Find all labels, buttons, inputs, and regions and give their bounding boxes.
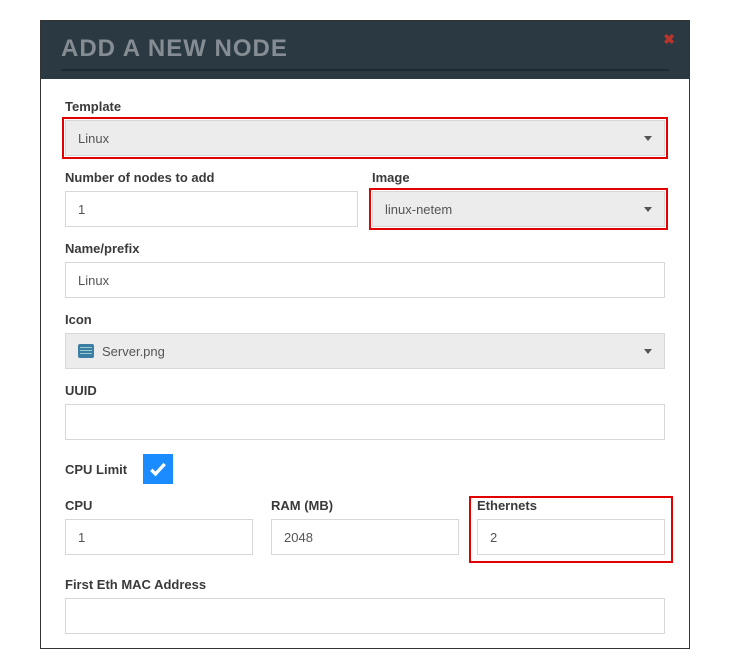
ram-group: RAM (MB) xyxy=(271,498,459,563)
uuid-input[interactable] xyxy=(78,405,652,439)
modal-header: ADD A NEW NODE ✖ xyxy=(41,21,689,79)
name-prefix-group: Name/prefix xyxy=(65,241,665,298)
icon-label: Icon xyxy=(65,312,665,327)
chevron-down-icon xyxy=(644,349,652,354)
cpu-limit-label: CPU Limit xyxy=(65,462,127,477)
template-group: Template Linux xyxy=(65,99,665,156)
uuid-group: UUID xyxy=(65,383,665,440)
modal-body: Template Linux Number of nodes to add Im… xyxy=(41,79,689,649)
image-select[interactable]: linux-netem xyxy=(372,191,665,227)
name-prefix-input[interactable] xyxy=(78,263,652,297)
add-node-modal: ADD A NEW NODE ✖ Template Linux Number o… xyxy=(40,20,690,649)
ram-input[interactable] xyxy=(284,520,446,554)
icon-group: Icon Server.png xyxy=(65,312,665,369)
server-icon xyxy=(78,344,94,358)
ethernets-label: Ethernets xyxy=(477,498,665,513)
cpu-input-wrap xyxy=(65,519,253,555)
template-value: Linux xyxy=(78,131,109,146)
image-group: Image linux-netem xyxy=(372,170,665,227)
first-eth-mac-group: First Eth MAC Address xyxy=(65,577,665,634)
num-nodes-group: Number of nodes to add xyxy=(65,170,358,227)
check-icon xyxy=(148,459,168,479)
chevron-down-icon xyxy=(644,207,652,212)
first-eth-mac-input[interactable] xyxy=(78,599,652,633)
name-prefix-label: Name/prefix xyxy=(65,241,665,256)
icon-value: Server.png xyxy=(102,344,165,359)
cpu-input[interactable] xyxy=(78,520,240,554)
close-icon[interactable]: ✖ xyxy=(663,31,675,48)
first-eth-mac-label: First Eth MAC Address xyxy=(65,577,665,592)
image-label: Image xyxy=(372,170,665,185)
modal-title: ADD A NEW NODE xyxy=(61,35,669,71)
icon-select[interactable]: Server.png xyxy=(65,333,665,369)
num-nodes-label: Number of nodes to add xyxy=(65,170,358,185)
ram-input-wrap xyxy=(271,519,459,555)
num-nodes-input-wrap xyxy=(65,191,358,227)
template-label: Template xyxy=(65,99,665,114)
template-select[interactable]: Linux xyxy=(65,120,665,156)
cpu-group: CPU xyxy=(65,498,253,563)
first-eth-mac-input-wrap xyxy=(65,598,665,634)
cpu-limit-group: CPU Limit xyxy=(65,454,665,484)
ethernets-input[interactable] xyxy=(490,520,652,554)
name-prefix-input-wrap xyxy=(65,262,665,298)
cpu-label: CPU xyxy=(65,498,253,513)
ram-label: RAM (MB) xyxy=(271,498,459,513)
num-nodes-input[interactable] xyxy=(78,192,345,226)
cpu-limit-checkbox[interactable] xyxy=(143,454,173,484)
image-value: linux-netem xyxy=(385,202,452,217)
ethernets-group: Ethernets xyxy=(477,498,665,563)
ethernets-input-wrap xyxy=(477,519,665,555)
uuid-input-wrap xyxy=(65,404,665,440)
uuid-label: UUID xyxy=(65,383,665,398)
chevron-down-icon xyxy=(644,136,652,141)
